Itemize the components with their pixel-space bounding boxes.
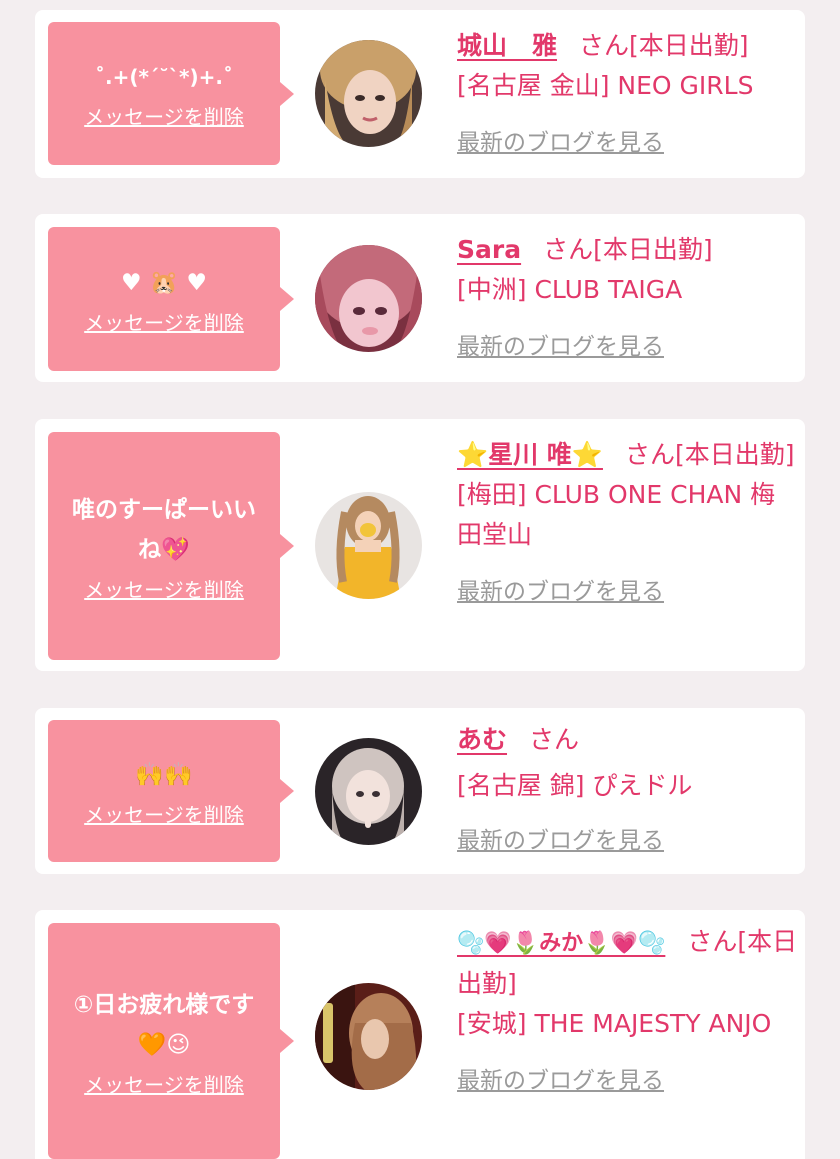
message-bubble: ♥ 🐹 ♥ メッセージを削除 <box>48 227 294 371</box>
delete-message-link[interactable]: メッセージを削除 <box>84 101 244 130</box>
blog-link[interactable]: 最新のブログを見る <box>457 327 664 367</box>
message-card: ˚.+(*´˘`*)+.˚ メッセージを削除 城山 雅さん[本日出勤] [名古屋… <box>35 10 805 178</box>
avatar[interactable] <box>315 983 422 1090</box>
avatar-photo <box>315 40 422 147</box>
message-text: 🙌🙌 <box>135 761 193 788</box>
avatar[interactable] <box>315 40 422 147</box>
honorific: さん <box>579 31 630 60</box>
honorific: さん <box>624 440 675 469</box>
message-text: ①日お疲れ様です🧡😉 <box>73 991 255 1058</box>
cast-name-link[interactable]: 🫧💗🌷みか🌷💗🫧 <box>457 931 665 956</box>
cast-name-link[interactable]: ⭐星川 唯⭐ <box>457 440 603 469</box>
avatar[interactable] <box>315 245 422 352</box>
cast-name-link[interactable]: あむ <box>457 725 507 754</box>
avatar-photo <box>315 492 422 599</box>
blog-link[interactable]: 最新のブログを見る <box>457 821 664 861</box>
cast-info: 城山 雅さん[本日出勤] [名古屋 金山] NEO GIRLS 最新のブログを見… <box>457 26 799 163</box>
delete-message-link[interactable]: メッセージを削除 <box>84 574 244 603</box>
cast-name-line: あむ さん <box>457 720 799 760</box>
cast-info: あむ さん [名古屋 錦] ぴえドル 最新のブログを見る <box>457 720 799 861</box>
message-bubble: 唯のすーぱーいいね💖 メッセージを削除 <box>48 432 294 660</box>
shop-text: [安城] THE MAJESTY ANJO <box>457 1009 772 1038</box>
avatar-photo <box>315 245 422 352</box>
blog-link[interactable]: 最新のブログを見る <box>457 1061 664 1101</box>
cast-name-link[interactable]: 城山 雅 <box>457 31 557 60</box>
message-card: ①日お疲れ様です🧡😉 メッセージを削除 🫧💗🌷みか🌷💗🫧 さん[本日出勤] [安城… <box>35 910 805 1159</box>
status-text: [本日出勤] <box>593 235 713 264</box>
message-text: ˚.+(*´˘`*)+.˚ <box>95 65 233 89</box>
avatar-photo <box>315 738 422 845</box>
cast-name-line: ⭐星川 唯⭐ さん[本日出勤] <box>457 435 799 475</box>
honorific: さん <box>543 235 594 264</box>
status-text: [本日出勤] <box>629 31 749 60</box>
message-text: 唯のすーぱーいいね💖 <box>72 496 256 563</box>
honorific: さん <box>529 725 580 754</box>
message-card: 唯のすーぱーいいね💖 メッセージを削除 ⭐星川 唯⭐ さん[本日出勤] [梅田] … <box>35 419 805 671</box>
avatar-photo <box>315 983 422 1090</box>
message-bubble: ˚.+(*´˘`*)+.˚ メッセージを削除 <box>48 22 294 165</box>
delete-message-link[interactable]: メッセージを削除 <box>84 799 244 828</box>
delete-message-link[interactable]: メッセージを削除 <box>84 307 244 336</box>
shop-text: [名古屋 錦] ぴえドル <box>457 771 693 800</box>
message-bubble: ①日お疲れ様です🧡😉 メッセージを削除 <box>48 923 294 1159</box>
message-card: 🙌🙌 メッセージを削除 あむ さん [名古屋 錦] ぴえドル 最新のブログを見る <box>35 708 805 874</box>
status-text: [本日出勤] <box>674 440 795 469</box>
cast-info: 🫧💗🌷みか🌷💗🫧 さん[本日出勤] [安城] THE MAJESTY ANJO 最… <box>457 922 799 1101</box>
cast-name-link[interactable]: Sara <box>457 235 521 264</box>
cast-info: ⭐星川 唯⭐ さん[本日出勤] [梅田] CLUB ONE CHAN 梅田堂山 最… <box>457 435 799 612</box>
cast-info: Sara さん[本日出勤] [中洲] CLUB TAIGA 最新のブログを見る <box>457 230 799 367</box>
shop-text: [中洲] CLUB TAIGA <box>457 275 683 304</box>
avatar[interactable] <box>315 492 422 599</box>
shop-text: [名古屋 金山] NEO GIRLS <box>457 71 754 100</box>
shop-text: [梅田] CLUB ONE CHAN 梅田堂山 <box>457 480 776 549</box>
cast-name-line: 城山 雅さん[本日出勤] <box>457 26 799 66</box>
message-text: ♥ 🐹 ♥ <box>121 269 207 296</box>
delete-message-link[interactable]: メッセージを削除 <box>84 1069 244 1098</box>
cast-name-line: 🫧💗🌷みか🌷💗🫧 さん[本日出勤] <box>457 922 799 1004</box>
honorific: さん <box>687 927 738 956</box>
message-bubble: 🙌🙌 メッセージを削除 <box>48 720 294 862</box>
message-card: ♥ 🐹 ♥ メッセージを削除 Sara さん[本日出勤] [中洲] CLUB TA… <box>35 214 805 382</box>
blog-link[interactable]: 最新のブログを見る <box>457 123 664 163</box>
cast-name-line: Sara さん[本日出勤] <box>457 230 799 270</box>
blog-link[interactable]: 最新のブログを見る <box>457 572 664 612</box>
avatar[interactable] <box>315 738 422 845</box>
